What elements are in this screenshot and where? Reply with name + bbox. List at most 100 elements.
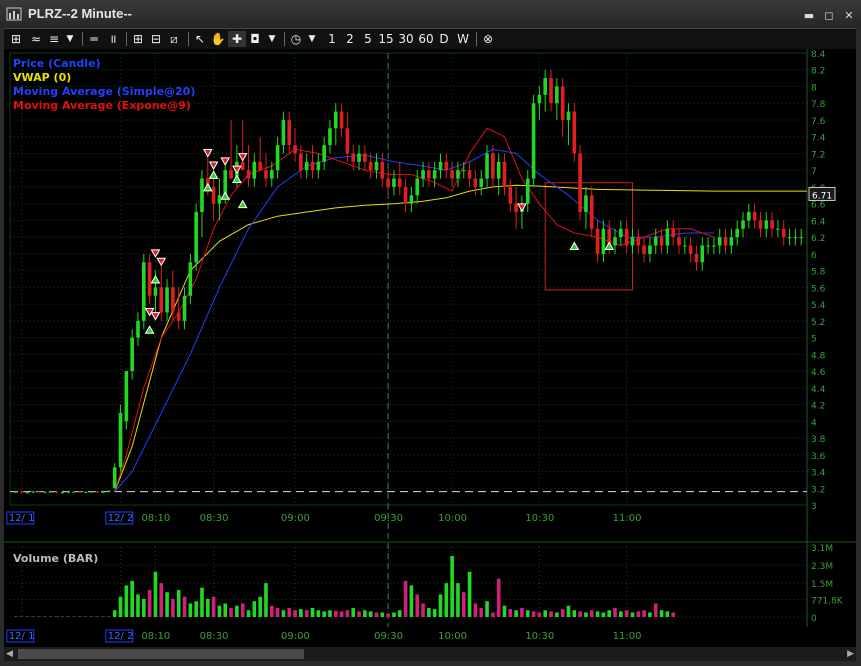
title-bar[interactable]: PLRZ--2 Minute-- ▬ ◻ ✕ bbox=[0, 0, 861, 28]
volume-bar bbox=[659, 610, 664, 617]
volume-tick-label: 1.5M bbox=[811, 580, 833, 590]
candle-up bbox=[485, 153, 489, 179]
chart-menu-dropdown-icon[interactable]: ▼ bbox=[64, 31, 76, 47]
candle-down bbox=[723, 237, 728, 246]
interval-1[interactable]: 1 bbox=[326, 31, 338, 47]
candle-down bbox=[19, 491, 24, 493]
x-tick-label: 10:00 bbox=[438, 631, 467, 642]
crosshair-tool-icon[interactable]: ✚ bbox=[228, 31, 246, 47]
y-tick-label: 4.8 bbox=[811, 351, 826, 361]
volume-bar bbox=[409, 585, 414, 617]
candle-down bbox=[351, 153, 356, 162]
pause-icon[interactable]: ॥ bbox=[106, 31, 120, 47]
volume-bar bbox=[432, 609, 437, 617]
layout-grid-icon[interactable]: ⊞ bbox=[130, 31, 146, 47]
rectangle-tool-icon[interactable]: ◘ bbox=[248, 31, 262, 47]
y-tick-label: 7.2 bbox=[811, 150, 825, 160]
restore-button[interactable]: ◻ bbox=[823, 10, 835, 22]
layout-resize-icon[interactable]: ⧄ bbox=[166, 31, 182, 47]
candle-up bbox=[653, 237, 658, 246]
x-tick-label: 10:30 bbox=[525, 631, 554, 642]
volume-bar bbox=[456, 583, 460, 617]
candle-up bbox=[630, 237, 635, 246]
volume-bar bbox=[281, 610, 286, 617]
interval-2[interactable]: 2 bbox=[344, 31, 356, 47]
volume-bar bbox=[496, 578, 501, 617]
horizontal-line-icon[interactable]: ═ bbox=[86, 31, 102, 47]
volume-bar bbox=[560, 609, 565, 617]
x-tick-label: 11:00 bbox=[613, 513, 642, 524]
horizontal-scrollbar[interactable]: ◀ ▶ bbox=[4, 647, 856, 661]
x-tick-label: 10:30 bbox=[525, 513, 554, 524]
candle-up bbox=[543, 78, 548, 95]
x-tick-label: 10:00 bbox=[438, 513, 467, 524]
volume-bar bbox=[72, 616, 76, 617]
y-tick-label: 8 bbox=[811, 83, 817, 93]
clock-icon[interactable]: ◷ bbox=[288, 31, 304, 47]
close-button[interactable]: ✕ bbox=[843, 10, 855, 22]
interval-w[interactable]: W bbox=[456, 31, 470, 47]
toolbar-separator bbox=[126, 32, 127, 46]
y-tick-label: 8.2 bbox=[811, 67, 825, 77]
chart-window: PLRZ--2 Minute-- ▬ ◻ ✕ ⊞ ≈ ≡ ▼ ═ ॥ ⊞ ⊟ ⧄… bbox=[0, 0, 861, 666]
tool-dropdown-icon[interactable]: ▼ bbox=[266, 31, 278, 47]
volume-bar bbox=[205, 598, 210, 617]
chart-area[interactable]: 3 3.2 3.4 3.6 3.8 4 4.2 4.4 4.6 4.8 5 5.2 5.4 5.6 5.8 6… bbox=[4, 49, 856, 647]
hand-tool-icon[interactable]: ✋ bbox=[210, 31, 226, 47]
candle-down bbox=[211, 186, 216, 204]
chart-style-icon[interactable]: ⊞ bbox=[8, 31, 24, 47]
price-volume-chart[interactable]: 3 3.2 3.4 3.6 3.8 4 4.2 4.4 4.6 4.8 5 5.2 5.4 5.6 5.8 6… bbox=[4, 49, 856, 647]
volume-bar bbox=[194, 601, 198, 617]
candle-up bbox=[31, 491, 36, 493]
x-tick-label: 12/ 1 bbox=[9, 631, 35, 642]
volume-bar bbox=[380, 612, 385, 617]
volume-bar bbox=[159, 583, 164, 617]
volume-bar bbox=[653, 603, 658, 617]
interval-dropdown-icon[interactable]: ▼ bbox=[306, 31, 318, 47]
indicator-icon[interactable]: ≡ bbox=[46, 31, 62, 47]
cancel-icon[interactable]: ⊗ bbox=[480, 31, 496, 47]
volume-bar bbox=[328, 610, 332, 617]
volume-bar bbox=[275, 607, 280, 617]
candle-up bbox=[107, 490, 111, 492]
interval-30[interactable]: 30 bbox=[398, 31, 414, 47]
candle-up bbox=[729, 237, 734, 246]
scroll-right-icon[interactable]: ▶ bbox=[847, 647, 854, 661]
volume-bar bbox=[613, 607, 617, 617]
candle-up bbox=[531, 103, 536, 179]
candle-down bbox=[781, 228, 786, 238]
scroll-left-icon[interactable]: ◀ bbox=[6, 647, 13, 661]
volume-bar bbox=[502, 605, 507, 617]
candle-down bbox=[339, 111, 344, 129]
pointer-tool-icon[interactable]: ↖ bbox=[192, 31, 208, 47]
volume-bar bbox=[101, 616, 105, 617]
scrollbar-thumb[interactable] bbox=[18, 649, 304, 659]
volume-bar bbox=[525, 610, 530, 617]
candle-up bbox=[333, 111, 338, 129]
y-tick-label: 3 bbox=[811, 502, 817, 512]
interval-60[interactable]: 60 bbox=[418, 31, 434, 47]
candle-up bbox=[124, 371, 129, 422]
candle-up bbox=[25, 492, 30, 494]
legend-sma: Moving Average (Simple@20) bbox=[13, 85, 195, 98]
y-tick-label: 7 bbox=[811, 167, 817, 177]
interval-15[interactable]: 15 bbox=[378, 31, 394, 47]
x-tick-label: 09:00 bbox=[281, 513, 310, 524]
interval-5[interactable]: 5 bbox=[362, 31, 374, 47]
draw-tool-icon[interactable]: ≈ bbox=[28, 31, 44, 47]
interval-d[interactable]: D bbox=[438, 31, 450, 47]
candle-up bbox=[14, 491, 18, 493]
candle-up bbox=[60, 492, 65, 494]
candle-up bbox=[619, 228, 623, 238]
candle-up bbox=[304, 161, 309, 171]
window-title: PLRZ--2 Minute-- bbox=[28, 6, 132, 21]
volume-bar bbox=[520, 607, 524, 617]
candle-up bbox=[43, 491, 47, 493]
volume-bar bbox=[461, 592, 466, 617]
layout-split-icon[interactable]: ⊟ bbox=[148, 31, 164, 47]
minimize-button[interactable]: ▬ bbox=[803, 10, 815, 22]
y-tick-label: 5.2 bbox=[811, 318, 825, 328]
candle-up bbox=[188, 262, 193, 296]
candle-up bbox=[683, 245, 687, 247]
candle-up bbox=[374, 161, 379, 171]
